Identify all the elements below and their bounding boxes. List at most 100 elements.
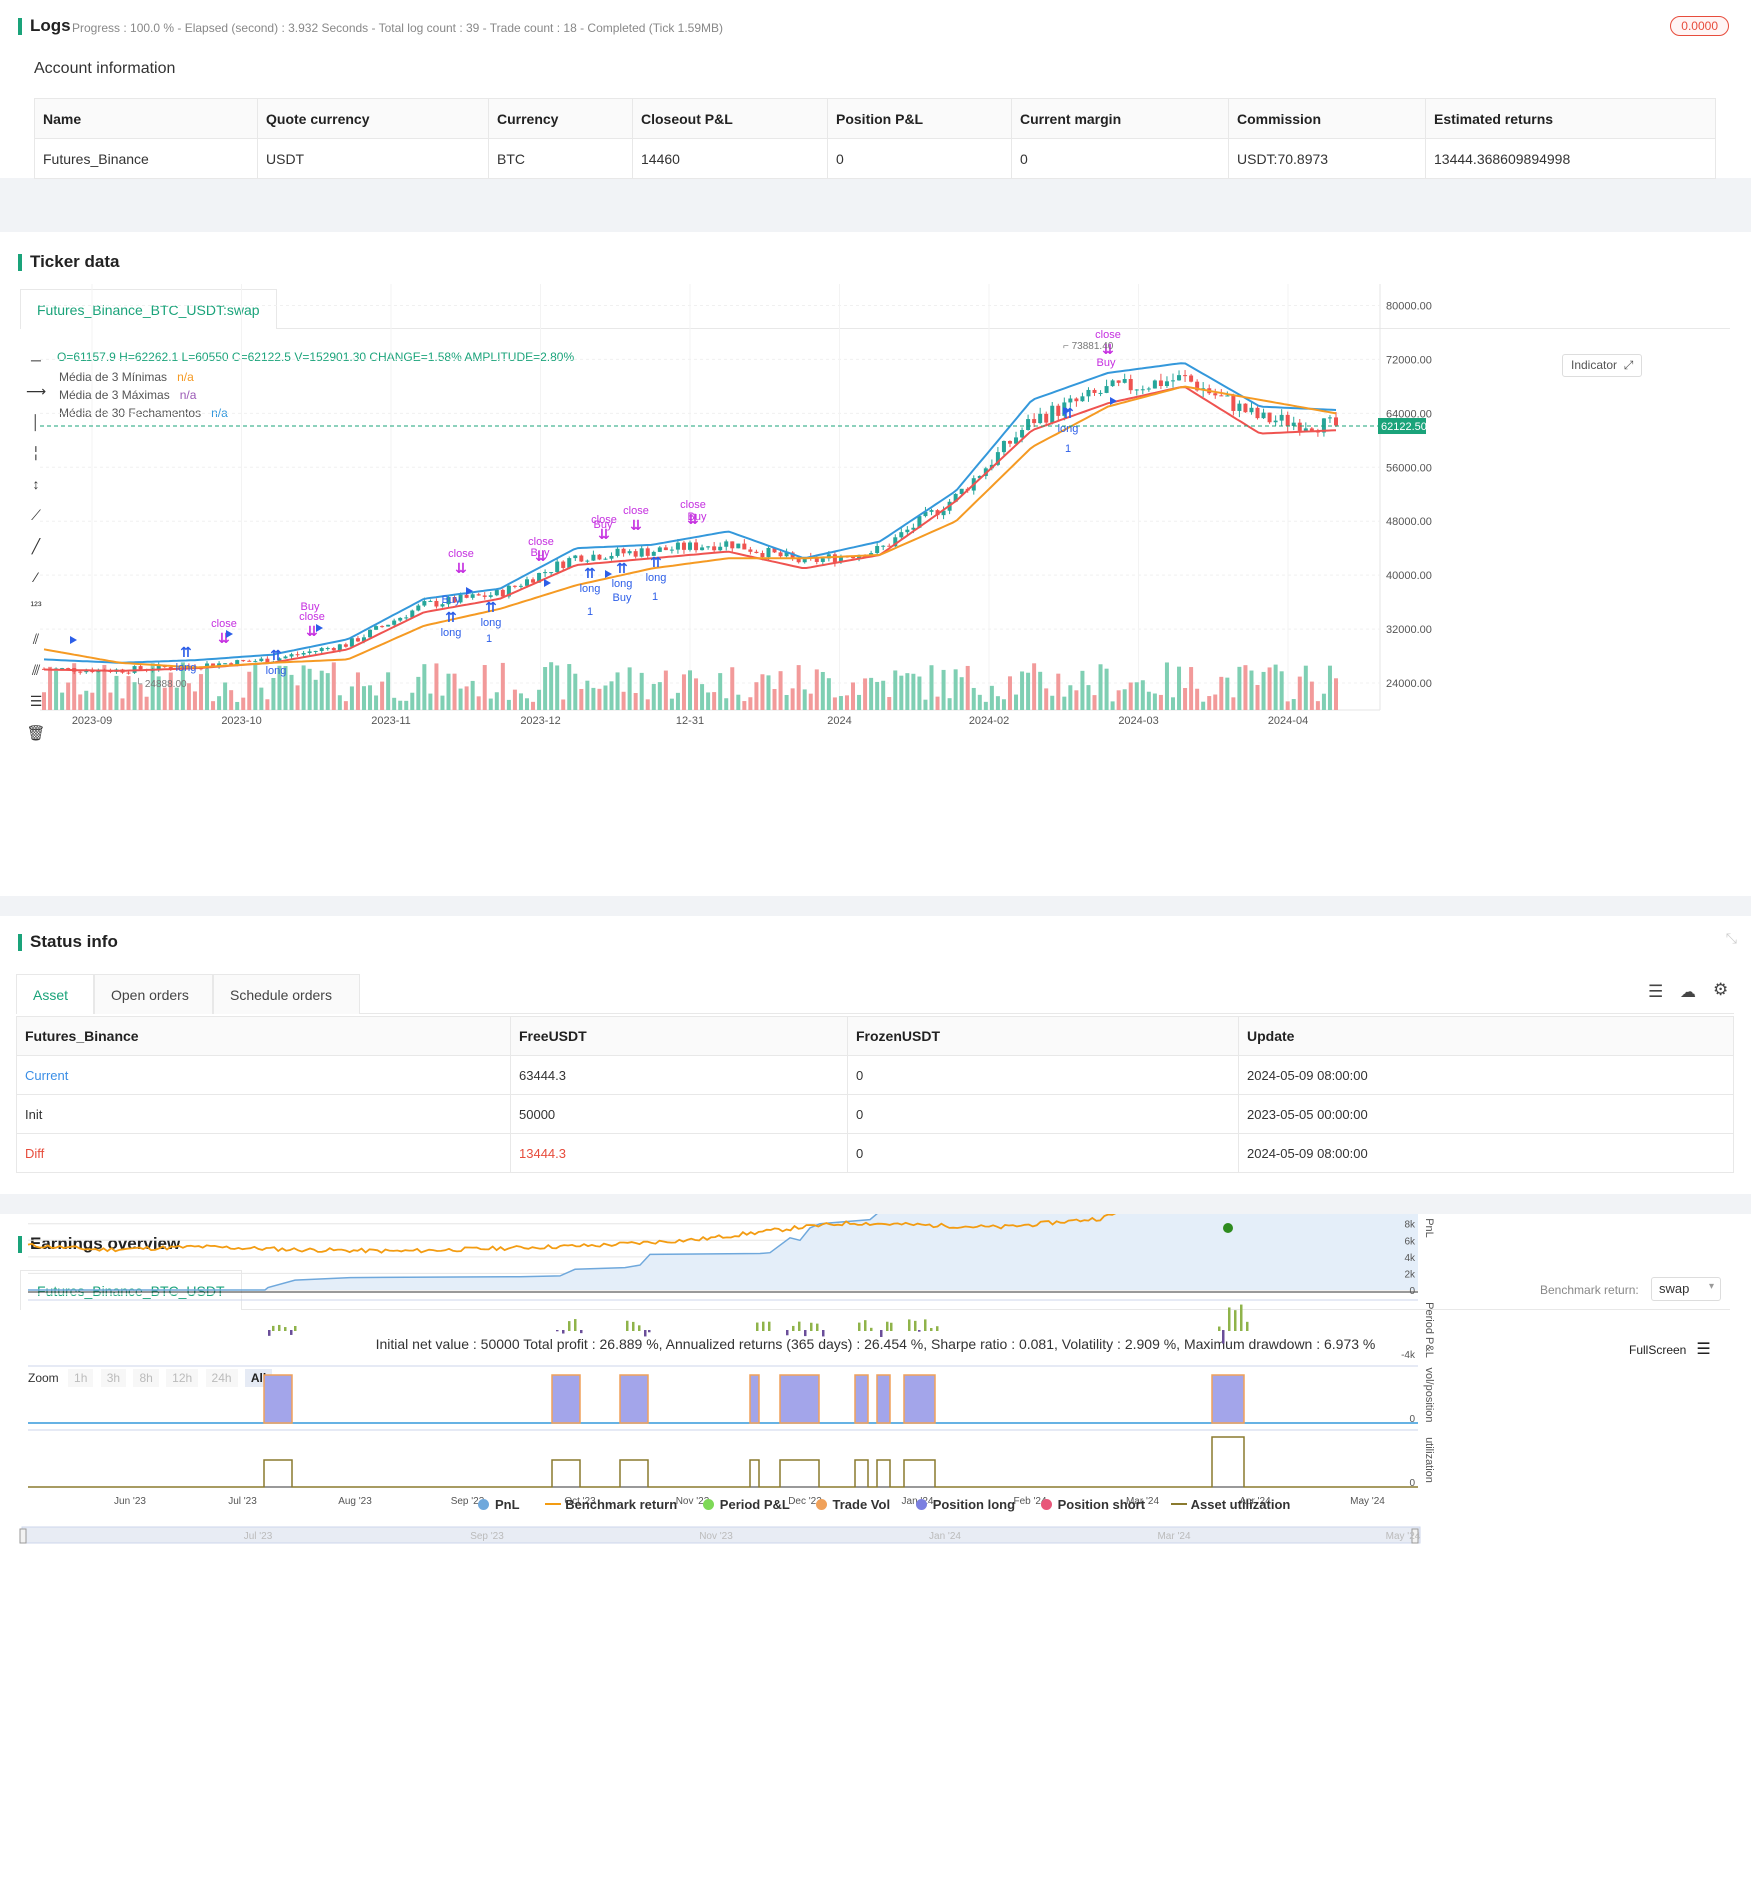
asset-cell: 63444.3	[510, 1055, 848, 1095]
time-tick-label: May '24	[1350, 1496, 1385, 1507]
table-row: Diff 13444.3 0 2024-05-09 08:00:00	[16, 1133, 1734, 1173]
volume-bar	[337, 695, 342, 710]
candle-body	[929, 510, 934, 512]
volume-bar	[657, 682, 662, 710]
position-tick-label: 0	[1409, 1414, 1415, 1425]
period-bar	[1222, 1330, 1225, 1344]
row-label-init: Init	[16, 1094, 511, 1134]
asset-cell: 0	[847, 1055, 1239, 1095]
axis-title: vol/position	[1423, 1367, 1435, 1422]
legend-position-long[interactable]: Position long	[915, 1497, 1015, 1512]
logs-badge[interactable]: 0.0000	[1670, 16, 1729, 36]
candle-body	[223, 663, 228, 665]
volume-bar	[863, 678, 868, 710]
volume-bar	[271, 677, 276, 710]
candle-body	[1170, 380, 1175, 382]
candle-body	[1026, 419, 1031, 430]
settings-icon[interactable]: ⚙	[1713, 980, 1728, 1000]
tab-asset[interactable]: Asset	[16, 974, 94, 1014]
candle-body	[681, 542, 686, 550]
period-bar	[1218, 1326, 1221, 1331]
volume-bar	[1267, 667, 1272, 710]
long-signal-label: long	[580, 583, 601, 595]
buy-arrow-icon: ⇈	[584, 565, 596, 581]
candle-body	[1297, 422, 1302, 431]
period-bar	[930, 1327, 933, 1331]
candle-body	[1116, 380, 1121, 383]
volume-bar	[1279, 671, 1284, 710]
candle-body	[1334, 417, 1338, 426]
candle-body	[633, 551, 638, 557]
candle-body	[1068, 398, 1073, 403]
axis-title: Period P&L	[1423, 1302, 1435, 1358]
period-bar	[648, 1330, 651, 1333]
high-price-marker: ⌐ 73881.40	[1063, 341, 1114, 352]
position-block	[876, 1374, 891, 1424]
price-tick-label: 56000.00	[1386, 462, 1432, 474]
cloud-download-icon[interactable]: ☁	[1680, 982, 1696, 1002]
account-header: Quote currency	[257, 98, 489, 139]
tab-open-orders[interactable]: Open orders	[94, 974, 213, 1014]
volume-bar	[567, 664, 572, 710]
period-bar	[804, 1330, 807, 1337]
volume-bar	[1177, 666, 1182, 710]
candle-body	[1032, 419, 1037, 424]
volume-bar	[1249, 670, 1254, 710]
volume-bar	[1207, 696, 1212, 710]
candle-body	[1080, 396, 1085, 402]
candle-body	[820, 558, 825, 562]
candle-body	[1231, 395, 1236, 411]
volume-bar	[796, 665, 801, 710]
candle-body	[392, 620, 397, 625]
table-row: Current 63444.3 0 2024-05-09 08:00:00	[16, 1055, 1734, 1095]
navigator-handle-left	[19, 1528, 27, 1544]
position-count-label: 1	[1065, 443, 1071, 455]
legend-position-short[interactable]: Position short	[1040, 1497, 1145, 1512]
volume-bar	[754, 682, 759, 710]
account-cell: Futures_Binance	[34, 138, 258, 179]
candle-body	[742, 543, 747, 550]
legend-pnl[interactable]: PnL	[478, 1497, 520, 1512]
time-tick-label: Aug '23	[338, 1496, 372, 1507]
buy-arrow-icon: ⇈	[485, 599, 497, 615]
list-icon[interactable]: ☰	[1648, 982, 1663, 1002]
legend-trade-vol[interactable]: Trade Vol	[815, 1497, 890, 1512]
tab-schedule-orders[interactable]: Schedule orders	[213, 974, 360, 1014]
legend-period-pnl[interactable]: Period P&L	[702, 1497, 790, 1512]
candle-body	[374, 626, 379, 630]
time-tick-label: 2024-03	[1118, 715, 1158, 727]
account-cell: USDT:70.8973	[1228, 138, 1426, 179]
candle-body	[905, 529, 910, 533]
earnings-chart[interactable]: 14k12k10k8k6k4k2k0-4k00Jun '23Jul '23Aug…	[0, 1214, 1751, 1891]
candle-body	[1152, 380, 1157, 389]
candle-body	[1020, 429, 1025, 438]
position-block	[263, 1374, 293, 1424]
navigator-tick-label: May '24	[1386, 1531, 1421, 1542]
candlestick-chart[interactable]: close⇊close⇊close⇊close⇊close⇊close⇊clos…	[0, 232, 1751, 896]
ticker-panel: Ticker data Futures_Binance_BTC_USDT:swa…	[0, 232, 1751, 896]
asset-table: Futures_Binance FreeUSDT FrozenUSDT Upda…	[16, 1016, 1734, 1173]
candle-body	[760, 553, 765, 558]
legend-benchmark[interactable]: Benchmark return	[545, 1497, 677, 1512]
volume-bar	[1014, 694, 1019, 710]
candle-body	[301, 653, 306, 655]
volume-bar	[205, 668, 210, 710]
position-block	[551, 1374, 581, 1424]
axis-title: PnL	[1423, 1218, 1435, 1238]
legend-asset-utilization[interactable]: Asset utilization	[1170, 1497, 1290, 1512]
volume-bar	[1044, 688, 1049, 710]
volume-bar	[688, 670, 692, 710]
period-bar	[762, 1321, 765, 1331]
volume-bar	[428, 693, 433, 710]
asset-cell: 0	[847, 1133, 1239, 1173]
volume-bar	[1056, 673, 1061, 710]
time-tick-label: Jul '23	[228, 1496, 257, 1507]
account-header: Currency	[488, 98, 633, 139]
period-bar	[284, 1327, 287, 1331]
candle-body	[337, 644, 342, 651]
navigator-tick-label: Mar '24	[1157, 1531, 1190, 1542]
collapse-icon[interactable]: ⤡	[1726, 930, 1737, 947]
candle-body	[766, 547, 771, 558]
util-tick-label: 0	[1409, 1478, 1415, 1489]
candle-body	[1243, 403, 1248, 413]
